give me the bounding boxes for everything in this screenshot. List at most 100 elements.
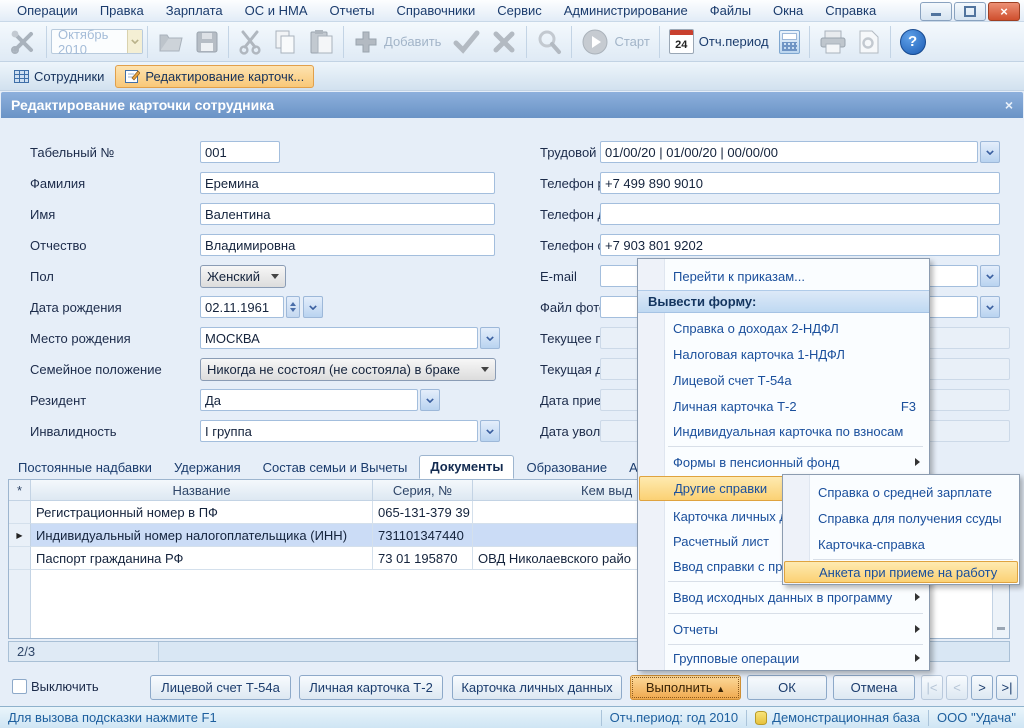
menu-group-operations[interactable]: Групповые операции xyxy=(639,646,928,670)
restore-button[interactable] xyxy=(954,2,986,21)
menu-reports[interactable]: Отчеты xyxy=(639,616,928,642)
tab-documents[interactable]: Документы xyxy=(419,455,514,479)
personal-data-card-button[interactable]: Карточка личных данных xyxy=(452,675,622,700)
gender-combobox[interactable]: Женский xyxy=(200,265,286,288)
menu-files[interactable]: Файлы xyxy=(699,0,762,22)
nav-next-button[interactable]: > xyxy=(971,675,993,700)
doc-name-cell[interactable]: Паспорт гражданина РФ xyxy=(31,547,373,570)
gender-value: Женский xyxy=(207,269,260,284)
print-button[interactable] xyxy=(814,25,852,59)
resident-dropdown[interactable] xyxy=(420,389,440,411)
search-button[interactable] xyxy=(531,25,567,59)
ok-button[interactable]: ОК xyxy=(747,675,827,700)
nav-first-button[interactable]: |< xyxy=(921,675,943,700)
help-glyph: ? xyxy=(908,33,917,50)
open-button[interactable] xyxy=(152,25,190,59)
mobile-phone-field[interactable] xyxy=(600,234,1000,256)
period-dropdown-button[interactable] xyxy=(127,30,142,53)
menu-contribution-card[interactable]: Индивидуальная карточка по взносам xyxy=(639,419,928,444)
last-name-field[interactable] xyxy=(200,172,495,194)
submenu-card-cert[interactable]: Карточка-справка xyxy=(784,531,1018,557)
restore-icon xyxy=(964,6,976,17)
home-phone-field[interactable] xyxy=(600,203,1000,225)
menu-windows[interactable]: Окна xyxy=(762,0,814,22)
cut-button[interactable] xyxy=(233,25,267,59)
delete-button[interactable] xyxy=(486,25,522,59)
dialog-close-icon[interactable]: × xyxy=(1005,92,1013,118)
marital-status-combobox[interactable]: Никогда не состоял (не состояла) в браке xyxy=(200,358,496,381)
first-name-field[interactable] xyxy=(200,203,495,225)
tab-number-field[interactable] xyxy=(200,141,280,163)
middle-name-field[interactable] xyxy=(200,234,495,256)
tab-allowances[interactable]: Постоянные надбавки xyxy=(8,457,162,479)
disability-field[interactable] xyxy=(200,420,478,442)
menu-initial-data[interactable]: Ввод исходных данных в программу xyxy=(639,584,928,610)
tab-education[interactable]: Образование xyxy=(516,457,617,479)
calculator-button[interactable] xyxy=(774,25,805,59)
execute-button[interactable]: Выполнить ▲ xyxy=(630,675,741,700)
menu-service[interactable]: Сервис xyxy=(486,0,553,22)
menu-help[interactable]: Справка xyxy=(814,0,887,22)
add-button[interactable]: Добавить xyxy=(348,25,446,59)
save-button[interactable] xyxy=(190,25,224,59)
menu-edit[interactable]: Правка xyxy=(89,0,155,22)
birth-place-field[interactable] xyxy=(200,327,478,349)
tab-deductions[interactable]: Удержания xyxy=(164,457,251,479)
submenu-loan-cert[interactable]: Справка для получения ссуды xyxy=(784,505,1018,531)
photo-file-dropdown[interactable] xyxy=(980,296,1000,318)
card-section-tabs: Постоянные надбавки Удержания Состав сем… xyxy=(8,456,663,479)
nav-prev-button[interactable]: < xyxy=(946,675,968,700)
series-column-header[interactable]: Серия, № xyxy=(373,480,473,501)
name-column-header[interactable]: Название xyxy=(31,480,373,501)
menu-administration[interactable]: Администрирование xyxy=(553,0,699,22)
settings-button[interactable] xyxy=(4,25,42,59)
birth-date-field[interactable] xyxy=(200,296,284,318)
menu-fixed-assets[interactable]: ОС и НМА xyxy=(234,0,319,22)
menu-card-t2[interactable]: Личная карточка Т-2 F3 xyxy=(639,393,928,419)
doc-name-cell[interactable]: Индивидуальный номер налогоплательщика (… xyxy=(31,524,373,547)
cancel-button[interactable]: Отмена xyxy=(833,675,915,700)
work-experience-field[interactable] xyxy=(600,141,978,163)
disability-dropdown[interactable] xyxy=(480,420,500,442)
menu-pension-forms[interactable]: Формы в пенсионный фонд xyxy=(639,449,928,475)
doc-series-cell[interactable]: 73 01 195870 xyxy=(373,547,473,570)
menu-income-cert-2ndfl[interactable]: Справка о доходах 2-НДФЛ xyxy=(639,315,928,341)
minimize-button[interactable] xyxy=(920,2,952,21)
menu-reports[interactable]: Отчеты xyxy=(319,0,386,22)
tab-editing-card[interactable]: Редактирование карточк... xyxy=(115,65,314,88)
period-combobox[interactable]: Октябрь 2010 xyxy=(51,29,143,54)
resident-field[interactable] xyxy=(200,389,418,411)
menu-goto-orders[interactable]: Перейти к приказам... xyxy=(639,263,928,290)
report-period-button[interactable]: 24 Отч.период xyxy=(664,25,774,59)
card-t2-button[interactable]: Личная карточка Т-2 xyxy=(299,675,443,700)
menu-account-t54[interactable]: Лицевой счет Т-54а xyxy=(639,367,928,393)
tab-family[interactable]: Состав семьи и Вычеты xyxy=(253,457,418,479)
disable-checkbox[interactable] xyxy=(12,679,27,694)
start-button[interactable]: Старт xyxy=(576,25,654,59)
tab-employees[interactable]: Сотрудники xyxy=(5,66,113,87)
close-window-button[interactable]: × xyxy=(988,2,1020,21)
submenu-hire-form[interactable]: Анкета при приеме на работу xyxy=(784,561,1018,583)
work-experience-dropdown[interactable] xyxy=(980,141,1000,163)
birth-date-dropdown[interactable] xyxy=(303,296,323,318)
menu-directories[interactable]: Справочники xyxy=(385,0,486,22)
paste-button[interactable] xyxy=(303,25,339,59)
menu-tax-card-1ndfl[interactable]: Налоговая карточка 1-НДФЛ xyxy=(639,341,928,367)
submenu-average-salary-cert[interactable]: Справка о средней зарплате xyxy=(784,479,1018,505)
birth-date-spinner[interactable] xyxy=(286,296,300,318)
work-phone-field[interactable] xyxy=(600,172,1000,194)
doc-series-cell[interactable]: 065-131-379 39 xyxy=(373,501,473,524)
grid-icon xyxy=(14,70,29,83)
preview-button[interactable] xyxy=(852,25,886,59)
copy-button[interactable] xyxy=(267,25,303,59)
email-dropdown[interactable] xyxy=(980,265,1000,287)
nav-last-button[interactable]: >| xyxy=(996,675,1018,700)
birth-place-dropdown[interactable] xyxy=(480,327,500,349)
doc-series-cell[interactable]: 731101347440 xyxy=(373,524,473,547)
doc-name-cell[interactable]: Регистрационный номер в ПФ xyxy=(31,501,373,524)
confirm-button[interactable] xyxy=(446,25,486,59)
menu-salary[interactable]: Зарплата xyxy=(155,0,234,22)
help-button[interactable]: ? xyxy=(895,25,931,59)
menu-operations[interactable]: Операции xyxy=(6,0,89,22)
account-t54-button[interactable]: Лицевой счет Т-54а xyxy=(150,675,291,700)
